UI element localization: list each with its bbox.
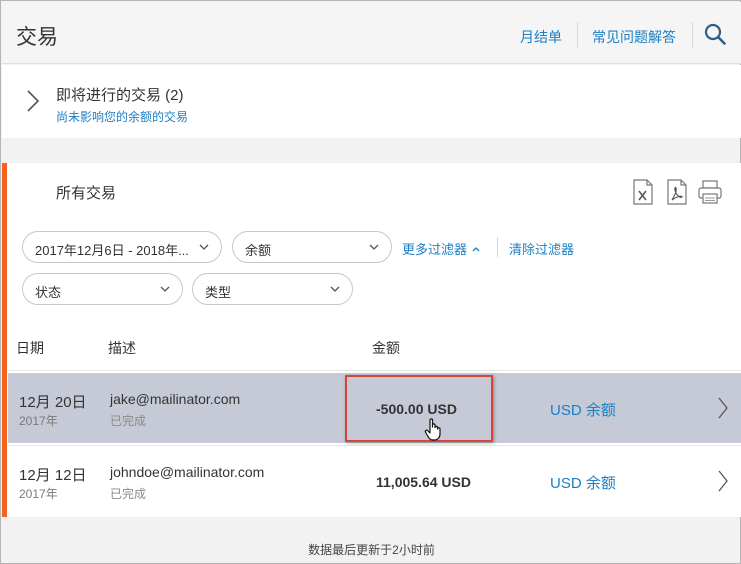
row-status: 已完成 xyxy=(110,414,147,428)
chevron-down-icon xyxy=(199,244,209,250)
filter-divider xyxy=(497,237,498,257)
column-header-description[interactable]: 描述 xyxy=(108,338,136,358)
row-status: 已完成 xyxy=(110,487,147,501)
status-filter-value: 状态 xyxy=(35,285,62,300)
chevron-right-icon[interactable] xyxy=(718,470,728,492)
last-updated-note: 数据最后更新于2小时前 xyxy=(308,543,435,557)
faq-link[interactable]: 常见问题解答 xyxy=(592,27,676,47)
row-year: 2017年 xyxy=(19,414,58,428)
type-filter-value: 类型 xyxy=(205,285,232,300)
more-filters-label: 更多过滤器 xyxy=(402,242,468,257)
excel-export-icon[interactable] xyxy=(632,179,654,205)
pending-title: 即将进行的交易 (2) xyxy=(56,87,184,104)
header-divider xyxy=(8,370,741,371)
row-balance-link[interactable]: USD 余额 xyxy=(550,472,616,493)
chevron-right-icon xyxy=(27,90,40,112)
section-accent-bar xyxy=(2,163,7,517)
page-title: 交易 xyxy=(16,26,58,49)
search-icon[interactable] xyxy=(704,23,726,45)
header-divider xyxy=(577,22,578,48)
statement-link[interactable]: 月结单 xyxy=(520,27,562,47)
hand-cursor-icon xyxy=(424,418,441,441)
table-row[interactable]: 12月 12日 2017年 johndoe@mailinator.com 已完成… xyxy=(8,445,741,515)
pending-transactions-panel[interactable]: 即将进行的交易 (2) 尚未影响您的余额的交易 xyxy=(2,65,741,138)
row-year: 2017年 xyxy=(19,487,58,501)
column-header-date[interactable]: 日期 xyxy=(16,338,44,358)
app-frame: 交易 月结单 常见问题解答 即将进行的交易 (2) 尚未影响您的余额的交易 所有… xyxy=(0,0,741,564)
date-range-filter[interactable]: 2017年12月6日 - 2018年... xyxy=(22,231,222,263)
column-header-amount[interactable]: 金额 xyxy=(372,338,400,358)
amount-filter-value: 余额 xyxy=(245,243,272,258)
pdf-export-icon[interactable] xyxy=(666,179,688,205)
type-filter[interactable]: 类型 xyxy=(192,273,353,305)
pending-subtitle: 尚未影响您的余额的交易 xyxy=(56,110,189,124)
annotation-highlight-box xyxy=(345,375,493,442)
header-divider xyxy=(692,22,693,48)
chevron-down-icon xyxy=(369,244,379,250)
row-date: 12月 20日 xyxy=(19,394,87,411)
chevron-down-icon xyxy=(160,286,170,292)
row-description: jake@mailinator.com xyxy=(110,391,241,407)
all-transactions-card: 所有交易 2017年12月6日 - 2018年... 余额 更多过滤器 清除过滤… xyxy=(2,163,741,517)
all-transactions-title: 所有交易 xyxy=(56,185,117,202)
status-filter[interactable]: 状态 xyxy=(22,273,183,305)
row-description: johndoe@mailinator.com xyxy=(110,464,265,480)
clear-filters-link[interactable]: 清除过滤器 xyxy=(509,239,574,258)
row-balance-link[interactable]: USD 余额 xyxy=(550,399,616,420)
row-date: 12月 12日 xyxy=(19,467,87,484)
page-header: 交易 月结单 常见问题解答 xyxy=(2,2,741,64)
row-amount: 11,005.64 USD xyxy=(376,474,471,490)
more-filters-link[interactable]: 更多过滤器 xyxy=(402,239,480,258)
chevron-down-icon xyxy=(330,286,340,292)
amount-filter[interactable]: 余额 xyxy=(232,231,392,263)
print-icon[interactable] xyxy=(697,179,723,205)
chevron-right-icon[interactable] xyxy=(718,397,728,419)
chevron-up-icon xyxy=(472,247,480,252)
date-range-value: 2017年12月6日 - 2018年... xyxy=(35,243,189,258)
